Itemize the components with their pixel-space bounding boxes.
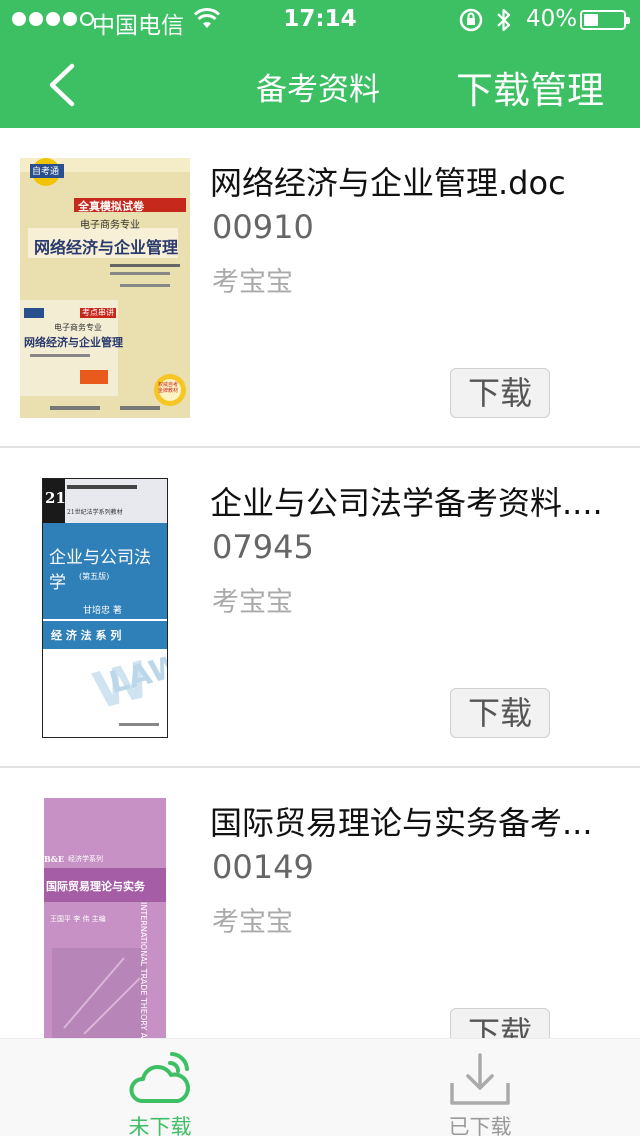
page-title: 备考资料 xyxy=(256,72,380,108)
tab-label: 已下载 xyxy=(448,1115,512,1136)
tray-download-icon xyxy=(450,1053,510,1105)
cover-vertical-text: INTERNATIONAL TRADE THEORY AND PRACTICE xyxy=(139,902,148,1038)
cloud-signal-icon xyxy=(129,1052,190,1103)
download-manager-button[interactable]: 下载管理 xyxy=(456,60,604,114)
list-item[interactable]: 自考通 全真模拟试卷 电子商务专业 网络经济与企业管理 考点串讲 电子商务专业 … xyxy=(0,128,640,448)
item-source: 考宝宝 xyxy=(212,587,293,618)
cover-brand: B&E xyxy=(44,854,65,864)
list-item[interactable]: W 21 21世纪法学系列教材 企业与公司法学 (第五版) 甘培忠 著 经 济 … xyxy=(0,448,640,768)
cover-series: 21世纪法学系列教材 xyxy=(67,509,123,516)
book-cover: B&E 经济学系列 国际贸易理论与实务 王国平 李 伟 主编 INTERNATI… xyxy=(44,798,166,1038)
cover-authors: 王国平 李 伟 主编 xyxy=(50,915,106,923)
cover-sub-badge: 考点串讲 xyxy=(82,308,114,317)
cover-sub-subtitle: 电子商务专业 xyxy=(54,323,102,332)
item-code: 07945 xyxy=(212,528,314,566)
cover-sticker: 权威自考金牌教材 xyxy=(158,382,179,394)
battery-icon xyxy=(580,10,630,30)
bluetooth-icon xyxy=(497,8,511,32)
cover-title: 网络经济与企业管理 xyxy=(34,238,179,257)
cover-brand: 自考通 xyxy=(32,167,60,177)
item-source: 考宝宝 xyxy=(212,267,293,298)
item-source: 考宝宝 xyxy=(212,907,293,938)
cover-title: 国际贸易理论与实务 xyxy=(46,880,145,893)
tab-not-downloaded[interactable]: 未下载 xyxy=(0,1039,320,1136)
material-list: 自考通 全真模拟试卷 电子商务专业 网络经济与企业管理 考点串讲 电子商务专业 … xyxy=(0,128,640,1038)
app-header: 中国电信 17:14 40% 备考资料 下载管理 xyxy=(0,0,640,128)
cover-subtitle: 电子商务专业 xyxy=(80,220,140,231)
download-button[interactable]: 下载 xyxy=(450,368,550,418)
cover-series: 经济学系列 xyxy=(68,855,103,863)
cover-series-mark: 21 xyxy=(45,489,66,507)
back-arrow-icon[interactable] xyxy=(40,60,84,110)
battery-percentage: 40% xyxy=(526,6,578,32)
rotation-lock-icon xyxy=(459,8,483,32)
download-button[interactable]: 下载 xyxy=(450,688,550,738)
list-item[interactable]: B&E 经济学系列 国际贸易理论与实务 王国平 李 伟 主编 INTERNATI… xyxy=(0,768,640,1038)
tab-downloaded[interactable]: 已下载 xyxy=(320,1039,640,1136)
item-code: 00149 xyxy=(212,848,314,886)
cover-subseries: 经 济 法 系 列 xyxy=(51,629,122,642)
item-title: 企业与公司法学备考资料.... xyxy=(210,484,603,522)
item-title: 国际贸易理论与实务备考... xyxy=(210,804,593,842)
cover-sub-title: 网络经济与企业管理 xyxy=(24,336,123,349)
item-code: 00910 xyxy=(212,208,314,246)
item-title: 网络经济与企业管理.doc xyxy=(210,164,566,202)
tab-label: 未下载 xyxy=(128,1115,192,1136)
download-button[interactable]: 下载 xyxy=(450,1008,550,1038)
bottom-tab-bar: 未下载 已下载 xyxy=(0,1038,640,1136)
status-bar: 中国电信 17:14 40% xyxy=(0,0,640,40)
cover-badge: 全真模拟试卷 xyxy=(78,200,144,213)
cover-title: 企业与公司法学 xyxy=(49,548,151,593)
cover-edition: (第五版) xyxy=(79,572,110,581)
book-cover: 自考通 全真模拟试卷 电子商务专业 网络经济与企业管理 考点串讲 电子商务专业 … xyxy=(20,158,190,418)
cover-author: 甘培忠 著 xyxy=(83,606,122,616)
book-cover: W 21 21世纪法学系列教材 企业与公司法学 (第五版) 甘培忠 著 经 济 … xyxy=(42,478,168,738)
